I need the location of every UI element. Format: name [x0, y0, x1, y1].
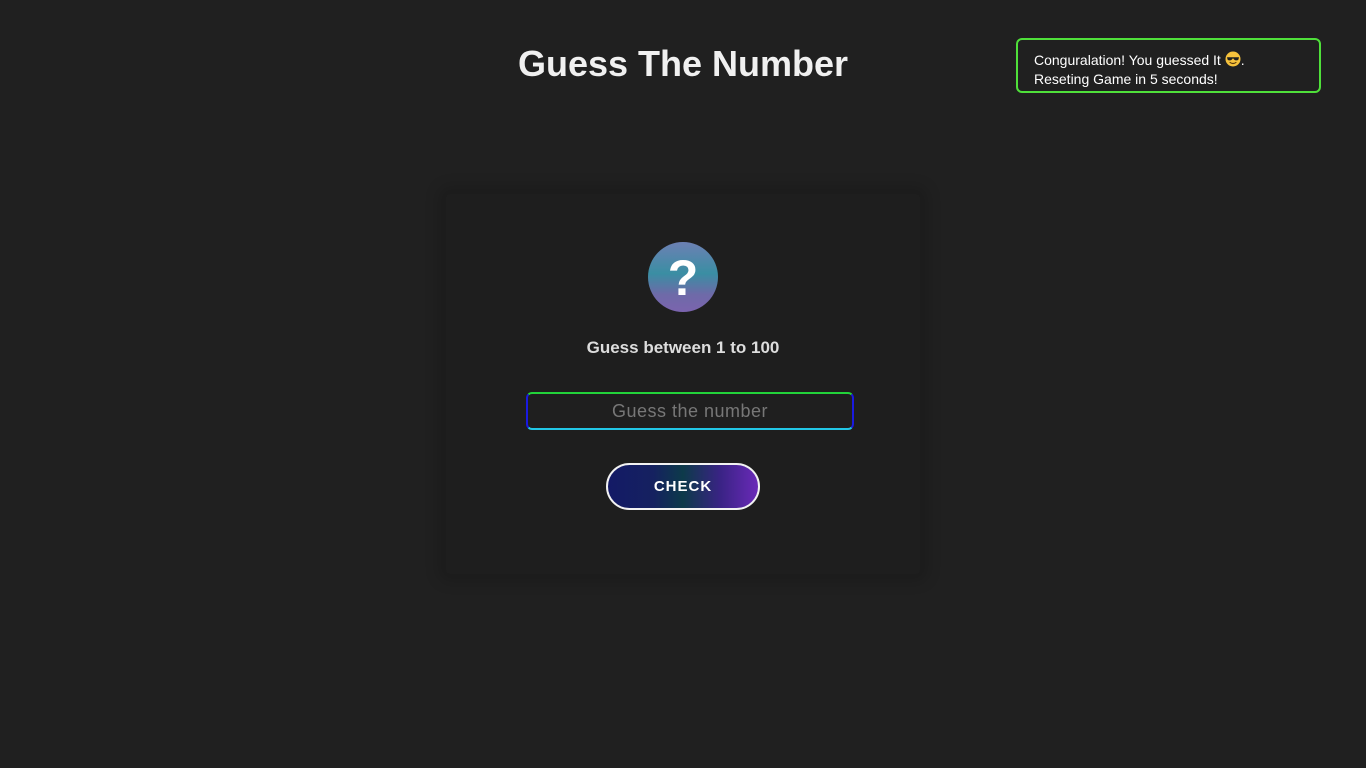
question-mark-glyph: ? [667, 250, 699, 306]
toast-message: Conguralation! You guessed It [1034, 52, 1221, 68]
question-mark-icon: ? [648, 242, 718, 312]
game-card: ? Guess between 1 to 100 CHECK [446, 194, 920, 574]
guess-input[interactable] [526, 392, 854, 430]
instruction-text: Guess between 1 to 100 [586, 338, 780, 357]
sunglasses-emoji-icon [1225, 51, 1241, 67]
success-toast: Conguralation! You guessed It . Reseting… [1016, 38, 1321, 93]
page: Guess The Number Conguralation! You gues… [0, 0, 1366, 768]
toast-line-2: Reseting Game in 5 seconds! [1034, 71, 1218, 87]
toast-line-1: Conguralation! You guessed It . [1034, 51, 1303, 70]
check-button[interactable]: CHECK [606, 463, 760, 510]
toast-message-suffix: . [1240, 52, 1245, 68]
